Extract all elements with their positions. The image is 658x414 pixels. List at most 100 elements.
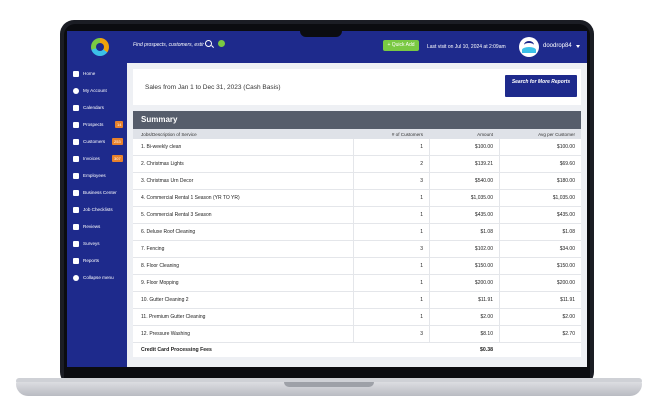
- table-row: 4. Commercial Rental 1 Season (YR TO YR)…: [133, 190, 581, 207]
- column-divider: [429, 292, 430, 308]
- table-cell: 1: [420, 314, 423, 320]
- sidebar-item-surveys[interactable]: Surveys: [67, 237, 127, 251]
- table-cell: $180.00: [556, 178, 575, 184]
- table-cell: $435.00: [474, 212, 493, 218]
- column-divider: [499, 326, 500, 342]
- table-cell: $11.91: [560, 297, 575, 303]
- column-header: # of Customers: [391, 131, 423, 137]
- table-cell: 3: [420, 246, 423, 252]
- table-cell: 1. Bi-weekly clean: [141, 144, 182, 150]
- sidebar-item-label: Job Checklists: [83, 207, 113, 212]
- sidebar-item-label: Business Center: [83, 190, 117, 195]
- sidebar-item-collapse-menu[interactable]: Collapse menu: [67, 271, 127, 285]
- document-icon: [73, 122, 79, 128]
- column-header: Amount: [477, 131, 493, 137]
- table-cell: 9. Floor Mopping: [141, 280, 179, 286]
- sidebar-item-job-checklists[interactable]: Job Checklists: [67, 203, 127, 217]
- table-cell: $100.00: [556, 144, 575, 150]
- search-more-reports-button[interactable]: Search for More Reports: [505, 75, 577, 97]
- column-divider: [429, 173, 430, 189]
- column-divider: [499, 241, 500, 257]
- sidebar-item-home[interactable]: Home: [67, 67, 127, 81]
- table-cell: 3: [420, 331, 423, 337]
- table-cell: $540.00: [474, 178, 493, 184]
- table-body: 1. Bi-weekly clean 1 $100.00 $100.00 2. Chri…: [133, 139, 581, 343]
- sidebar-item-employees[interactable]: Employees: [67, 169, 127, 183]
- laptop-mockup: Find prospects, customers, estir + Quick…: [0, 0, 658, 414]
- table-cell: $1,035.00: [552, 195, 575, 201]
- employee-icon: [73, 173, 79, 179]
- table-cell: $8.10: [480, 331, 493, 337]
- chevron-down-icon[interactable]: [576, 45, 580, 48]
- users-icon: [73, 139, 79, 145]
- summary-table: Jobs/Description of Service # of Custome…: [133, 129, 581, 357]
- table-row: 6. Deluxe Roof Cleaning 1 $1.08 $1.08: [133, 224, 581, 241]
- table-header: Jobs/Description of Service # of Custome…: [133, 129, 581, 139]
- column-divider: [429, 275, 430, 291]
- table-row: 1. Bi-weekly clean 1 $100.00 $100.00: [133, 139, 581, 156]
- user-icon: [73, 88, 79, 94]
- footer-label: Credit Card Processing Fees: [141, 347, 212, 353]
- table-cell: $139.21: [474, 161, 493, 167]
- table-row: 9. Floor Mopping 1 $200.00 $200.00: [133, 275, 581, 292]
- table-cell: $2.70: [562, 331, 575, 337]
- table-cell: $200.00: [474, 280, 493, 286]
- sidebar-item-reports[interactable]: Reports: [67, 254, 127, 268]
- app-logo[interactable]: [91, 38, 109, 56]
- table-cell: 8. Floor Cleaning: [141, 263, 180, 269]
- summary-heading: Summary: [133, 111, 581, 129]
- search-icon[interactable]: [205, 40, 212, 47]
- sidebar-item-my-account[interactable]: My Account: [67, 84, 127, 98]
- column-divider: [429, 207, 430, 223]
- table-cell: 2: [420, 161, 423, 167]
- table-cell: $69.60: [559, 161, 575, 167]
- table-cell: $1.08: [562, 229, 575, 235]
- column-divider: [499, 139, 500, 155]
- sidebar-item-reviews[interactable]: Reviews: [67, 220, 127, 234]
- briefcase-icon: [73, 190, 79, 196]
- sidebar-item-label: Invoices: [83, 156, 100, 161]
- column-divider: [499, 292, 500, 308]
- invoice-icon: [73, 156, 79, 162]
- column-divider: [353, 258, 354, 274]
- help-icon[interactable]: [218, 40, 225, 47]
- table-cell: 7. Fencing: [141, 246, 165, 252]
- table-cell: $2.00: [480, 314, 493, 320]
- count-badge: 307: [112, 155, 123, 162]
- collapse-icon: [73, 275, 79, 281]
- column-header: Jobs/Description of Service: [141, 131, 197, 137]
- sidebar-item-label: Prospects: [83, 122, 104, 127]
- table-cell: $1,035.00: [470, 195, 493, 201]
- table-row: 8. Floor Cleaning 1 $150.00 $150.00: [133, 258, 581, 275]
- column-divider: [499, 173, 500, 189]
- column-divider: [499, 224, 500, 240]
- sidebar-item-customers[interactable]: Customers 253: [67, 135, 127, 149]
- avatar[interactable]: [519, 37, 539, 57]
- column-divider: [353, 292, 354, 308]
- footer-amount: $0.38: [480, 347, 493, 353]
- column-divider: [353, 309, 354, 325]
- sidebar-item-calendars[interactable]: Calendars: [67, 101, 127, 115]
- global-search-input[interactable]: Find prospects, customers, estir: [133, 42, 204, 48]
- column-divider: [353, 207, 354, 223]
- table-cell: 3: [420, 178, 423, 184]
- table-cell: $102.00: [474, 246, 493, 252]
- table-cell: $1.08: [480, 229, 493, 235]
- username-label[interactable]: doodrop84: [543, 43, 572, 49]
- sidebar-item-invoices[interactable]: Invoices 307: [67, 152, 127, 166]
- column-divider: [499, 275, 500, 291]
- table-cell: $435.00: [556, 212, 575, 218]
- column-divider: [429, 309, 430, 325]
- sidebar-item-business-center[interactable]: Business Center: [67, 186, 127, 200]
- report-icon: [73, 258, 79, 264]
- table-cell: 6. Deluxe Roof Cleaning: [141, 229, 196, 235]
- column-divider: [353, 326, 354, 342]
- column-divider: [499, 190, 500, 206]
- table-row: 12. Pressure Washing 3 $8.10 $2.70: [133, 326, 581, 343]
- sidebar-item-label: Customers: [83, 139, 106, 144]
- sidebar-item-prospects[interactable]: Prospects 14: [67, 118, 127, 132]
- quick-add-button[interactable]: + Quick Add: [383, 40, 419, 51]
- app-screen: Find prospects, customers, estir + Quick…: [67, 31, 587, 367]
- table-cell: 1: [420, 144, 423, 150]
- table-row: 10. Gutter Cleaning 2 1 $11.91 $11.91: [133, 292, 581, 309]
